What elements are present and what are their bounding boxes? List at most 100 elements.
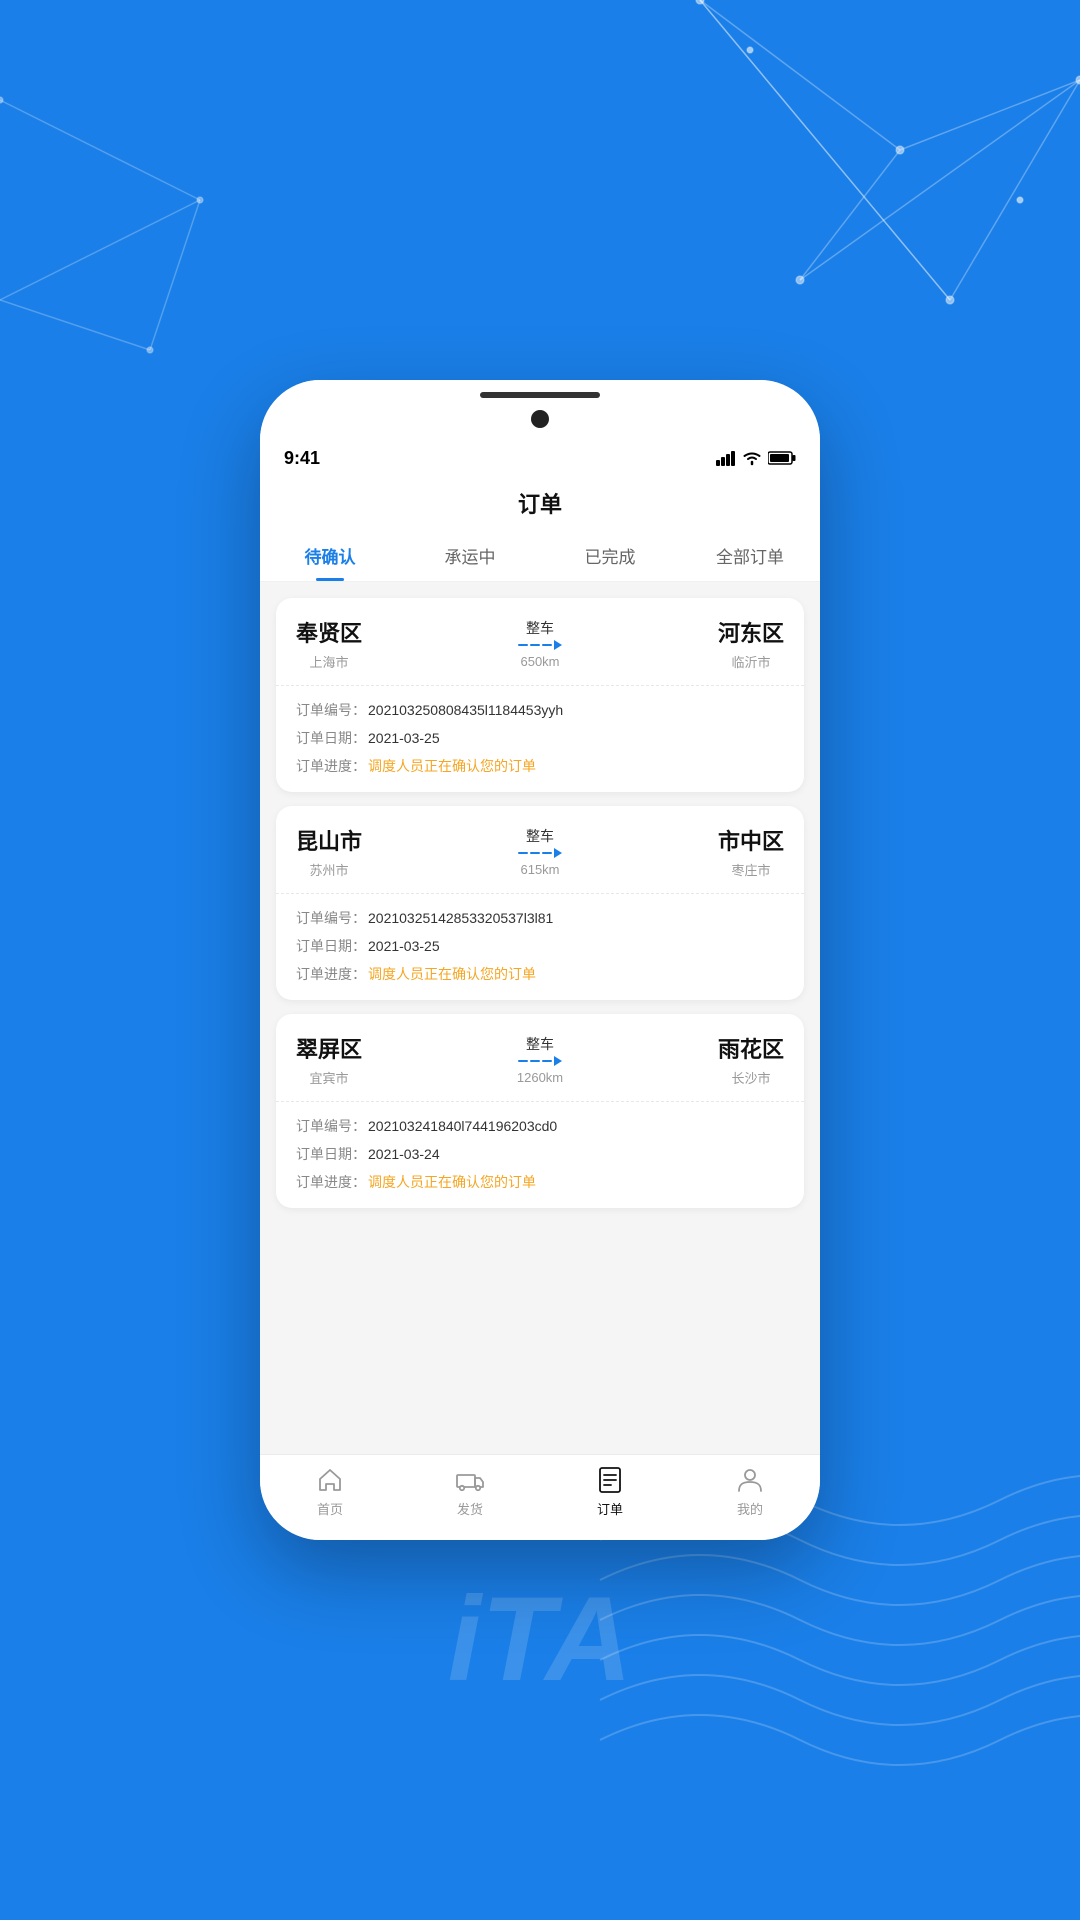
order-3-to: 雨花区 长沙市 [718,1032,784,1087]
order-3-to-region: 长沙市 [731,1068,770,1087]
order-2-from-city: 昆山市 [296,824,362,856]
order-1-details: 订单编号： 202103250808435l1184453yyh 订单日期： 2… [276,686,804,792]
order-1-progress-label: 订单进度： [296,756,368,776]
order-1-from-city: 奉贤区 [296,616,362,648]
order-2-arrow [518,848,562,858]
order-1-distance: 650km [520,654,559,669]
order-3-date-value: 2021-03-24 [368,1146,440,1162]
order-3-details: 订单编号： 202103241840l744196203cd0 订单日期： 20… [276,1102,804,1208]
order-3-progress-row: 订单进度： 调度人员正在确认您的订单 [296,1172,784,1192]
order-3-no-label: 订单编号： [296,1116,368,1136]
order-1-no-row: 订单编号： 202103250808435l1184453yyh [296,700,784,720]
order-2-from-region: 苏州市 [310,860,349,879]
order-3-date-row: 订单日期： 2021-03-24 [296,1144,784,1164]
user-icon [735,1465,765,1495]
nav-home[interactable]: 首页 [260,1465,400,1518]
nav-ship-label: 发货 [457,1499,483,1518]
battery-icon [768,450,796,466]
tab-transit[interactable]: 承运中 [400,530,540,581]
nav-mine[interactable]: 我的 [680,1465,820,1518]
order-1-date-label: 订单日期： [296,728,368,748]
tabs-bar: 待确认 承运中 已完成 全部订单 [260,530,820,582]
order-2-middle: 整车 615km [362,826,718,877]
order-1-from-region: 上海市 [310,652,349,671]
phone-notch [260,380,820,440]
order-2-to: 市中区 枣庄市 [718,824,784,879]
page-header: 订单 [260,476,820,530]
order-2-to-region: 枣庄市 [731,860,770,879]
page-title: 订单 [518,487,562,519]
order-3-type: 整车 [526,1034,554,1054]
order-3-from: 翠屏区 宜宾市 [296,1032,362,1087]
order-2-progress-row: 订单进度： 调度人员正在确认您的订单 [296,964,784,984]
tab-all[interactable]: 全部订单 [680,530,820,581]
order-1-arrow [518,640,562,650]
order-3-route: 翠屏区 宜宾市 整车 1260km 雨花区 长沙市 [276,1014,804,1102]
nav-home-label: 首页 [317,1499,343,1518]
order-3-from-region: 宜宾市 [310,1068,349,1087]
tab-pending[interactable]: 待确认 [260,530,400,581]
order-2-type: 整车 [526,826,554,846]
tab-pending-label: 待确认 [305,543,356,568]
camera [531,410,549,428]
order-1-date-value: 2021-03-25 [368,730,440,746]
order-1-route: 奉贤区 上海市 整车 650km 河东区 临沂市 [276,598,804,686]
order-1-to-city: 河东区 [718,616,784,648]
order-2-to-city: 市中区 [718,824,784,856]
nav-order-label: 订单 [597,1499,623,1518]
order-3-to-city: 雨花区 [718,1032,784,1064]
order-1-to-region: 临沂市 [731,652,770,671]
order-card-3[interactable]: 翠屏区 宜宾市 整车 1260km 雨花区 长沙市 [276,1014,804,1208]
order-1-to: 河东区 临沂市 [718,616,784,671]
order-card-1[interactable]: 奉贤区 上海市 整车 650km 河东区 临沂市 [276,598,804,792]
order-2-no-label: 订单编号： [296,908,368,928]
home-icon [315,1465,345,1495]
order-2-progress-value: 调度人员正在确认您的订单 [368,964,536,984]
order-icon [595,1465,625,1495]
order-1-progress-row: 订单进度： 调度人员正在确认您的订单 [296,756,784,776]
order-3-distance: 1260km [517,1070,563,1085]
order-2-progress-label: 订单进度： [296,964,368,984]
order-3-progress-label: 订单进度： [296,1172,368,1192]
nav-mine-label: 我的 [737,1499,763,1518]
bottom-nav: 首页 发货 [260,1454,820,1540]
order-2-distance: 615km [520,862,559,877]
order-1-date-row: 订单日期： 2021-03-25 [296,728,784,748]
order-3-from-city: 翠屏区 [296,1032,362,1064]
tab-pending-underline [316,578,344,581]
order-2-date-value: 2021-03-25 [368,938,440,954]
order-3-middle: 整车 1260km [362,1034,718,1085]
order-2-date-label: 订单日期： [296,936,368,956]
order-3-no-row: 订单编号： 202103241840l744196203cd0 [296,1116,784,1136]
signal-icon [716,450,736,466]
order-2-no-value: 20210325142853320537l3l81 [368,910,553,926]
svg-text:iTA: iTA [448,1572,632,1706]
order-1-progress-value: 调度人员正在确认您的订单 [368,756,536,776]
order-1-middle: 整车 650km [362,618,718,669]
order-2-no-row: 订单编号： 20210325142853320537l3l81 [296,908,784,928]
order-1-type: 整车 [526,618,554,638]
nav-order[interactable]: 订单 [540,1465,680,1518]
wifi-icon [742,450,762,466]
order-1-no-label: 订单编号： [296,700,368,720]
phone-frame: 9:41 订单 [260,380,820,1540]
order-1-no-value: 202103250808435l1184453yyh [368,702,563,718]
order-3-progress-value: 调度人员正在确认您的订单 [368,1172,536,1192]
truck-icon [455,1465,485,1495]
order-2-date-row: 订单日期： 2021-03-25 [296,936,784,956]
nav-ship[interactable]: 发货 [400,1465,540,1518]
order-1-from: 奉贤区 上海市 [296,616,362,671]
order-3-arrow [518,1056,562,1066]
tab-completed-label: 已完成 [585,543,636,568]
status-time: 9:41 [284,448,320,469]
order-card-2[interactable]: 昆山市 苏州市 整车 615km 市中区 枣庄市 [276,806,804,1000]
order-3-date-label: 订单日期： [296,1144,368,1164]
order-3-no-value: 202103241840l744196203cd0 [368,1118,557,1134]
order-2-details: 订单编号： 20210325142853320537l3l81 订单日期： 20… [276,894,804,1000]
status-bar: 9:41 [260,440,820,476]
tab-completed[interactable]: 已完成 [540,530,680,581]
tab-all-label: 全部订单 [716,543,784,568]
status-icons [716,450,796,466]
tab-transit-label: 承运中 [445,543,496,568]
orders-list: 奉贤区 上海市 整车 650km 河东区 临沂市 [260,582,820,1454]
